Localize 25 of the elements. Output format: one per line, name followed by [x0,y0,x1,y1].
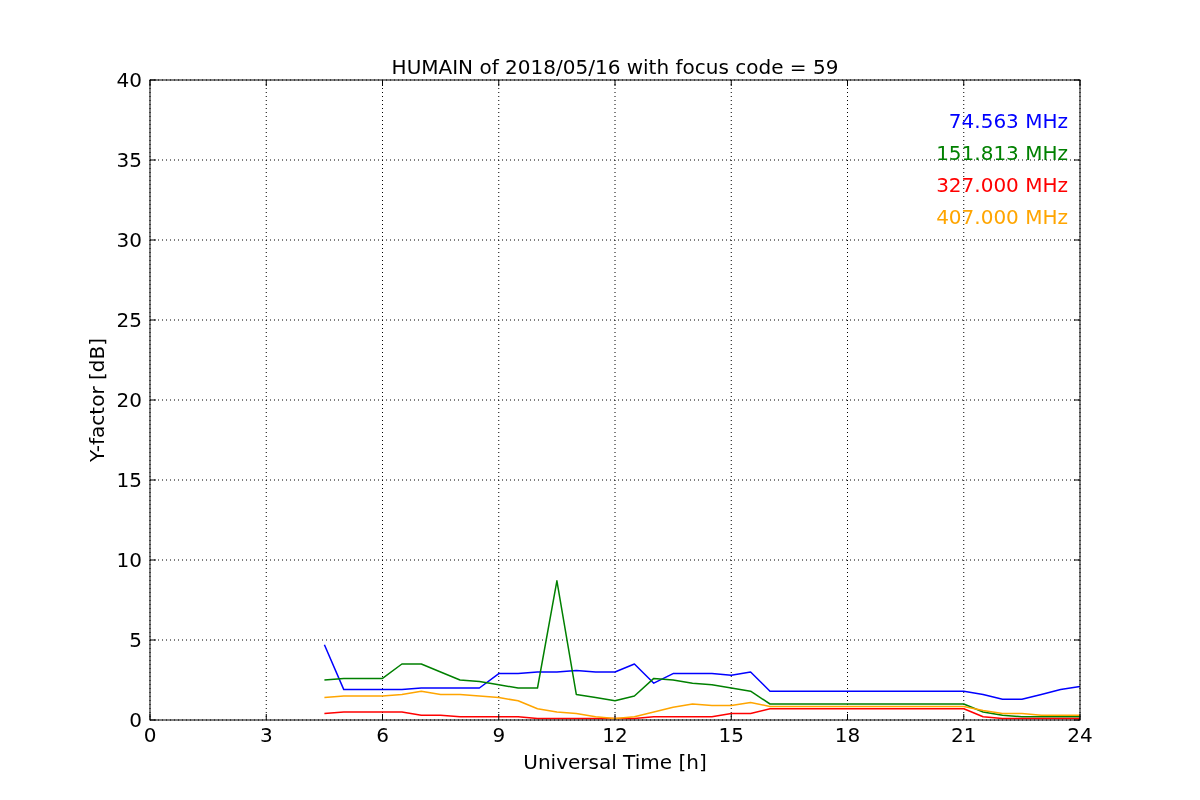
x-tick-label: 6 [376,723,389,747]
x-tick-label: 21 [951,723,977,747]
chart-title: HUMAIN of 2018/05/16 with focus code = 59 [391,55,839,79]
x-tick-label: 3 [259,723,273,747]
y-tick-label: 15 [116,468,142,492]
y-tick-label: 30 [116,228,142,252]
x-tick-label: 18 [834,723,861,747]
y-tick-label: 0 [129,708,142,732]
legend-label: 327.000 MHz [936,173,1068,197]
x-tick-label: 15 [718,723,744,747]
legend-label: 407.000 MHz [936,205,1068,229]
y-tick-label: 10 [116,548,142,572]
x-axis-label: Universal Time [h] [523,750,707,774]
y-axis-label: Y-factor [dB] [85,338,109,462]
y-tick-label: 40 [116,68,142,92]
y-tick-label: 20 [116,388,142,412]
x-tick-label: 24 [1067,723,1093,747]
x-tick-label: 12 [602,723,628,747]
y-tick-label: 25 [116,308,142,332]
legend-label: 151.813 MHz [936,141,1068,165]
legend-label: 74.563 MHz [948,109,1068,133]
y-tick-label: 5 [129,628,142,652]
y-tick-label: 35 [116,148,142,172]
x-tick-label: 0 [143,723,157,747]
x-tick-label: 9 [492,723,506,747]
